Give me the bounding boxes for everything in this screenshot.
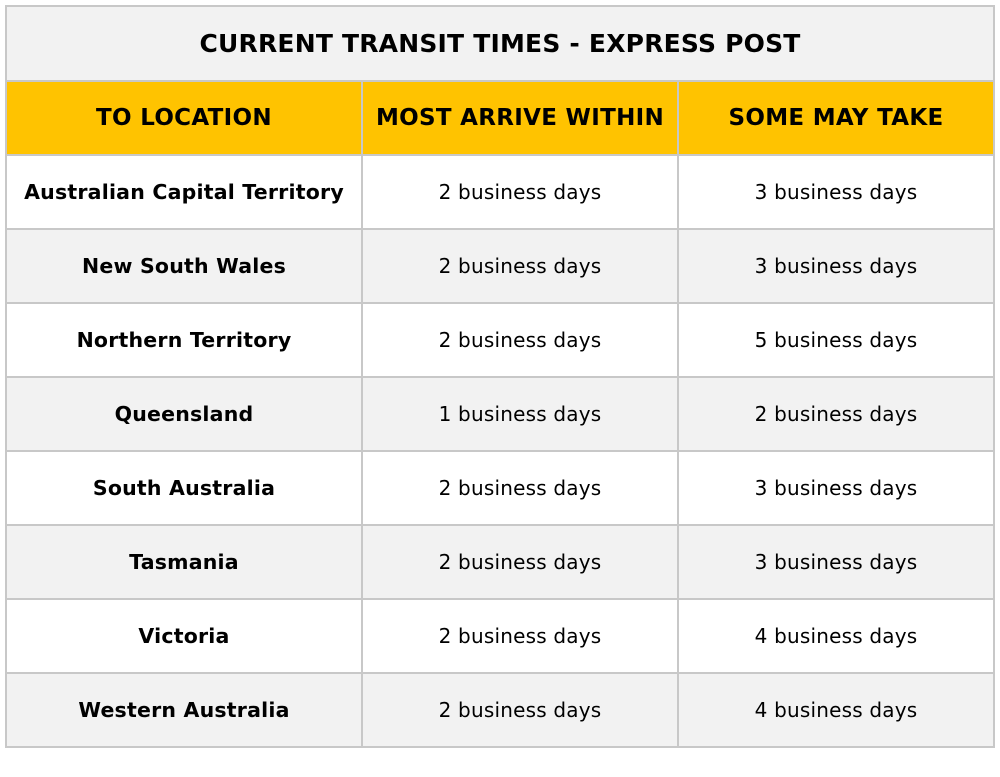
table-row: Tasmania 2 business days 3 business days bbox=[5, 524, 996, 600]
some-may-take-cell: 4 business days bbox=[676, 598, 996, 674]
table-row: South Australia 2 business days 3 busine… bbox=[5, 450, 996, 526]
header-to-location: TO LOCATION bbox=[5, 80, 363, 156]
table-row: Australian Capital Territory 2 business … bbox=[5, 154, 996, 230]
most-arrive-within-cell: 2 business days bbox=[361, 672, 679, 748]
transit-times-table: CURRENT TRANSIT TIMES - EXPRESS POST TO … bbox=[4, 5, 996, 748]
location-cell: Queensland bbox=[5, 376, 363, 452]
table-title: CURRENT TRANSIT TIMES - EXPRESS POST bbox=[4, 5, 996, 82]
most-arrive-within-cell: 1 business days bbox=[361, 376, 679, 452]
most-arrive-within-cell: 2 business days bbox=[361, 450, 679, 526]
location-cell: Australian Capital Territory bbox=[5, 154, 363, 230]
header-most-arrive-within: MOST ARRIVE WITHIN bbox=[361, 80, 679, 156]
table-row: Western Australia 2 business days 4 busi… bbox=[5, 672, 996, 748]
location-cell: Tasmania bbox=[5, 524, 363, 600]
header-some-may-take: SOME MAY TAKE bbox=[676, 80, 996, 156]
table-row: New South Wales 2 business days 3 busine… bbox=[5, 228, 996, 304]
transit-times-table-container: CURRENT TRANSIT TIMES - EXPRESS POST TO … bbox=[4, 5, 996, 748]
table-row: Victoria 2 business days 4 business days bbox=[5, 598, 996, 674]
some-may-take-cell: 3 business days bbox=[676, 524, 996, 600]
location-cell: Victoria bbox=[5, 598, 363, 674]
most-arrive-within-cell: 2 business days bbox=[361, 598, 679, 674]
location-cell: Western Australia bbox=[5, 672, 363, 748]
some-may-take-cell: 5 business days bbox=[676, 302, 996, 378]
table-row: Northern Territory 2 business days 5 bus… bbox=[5, 302, 996, 378]
some-may-take-cell: 3 business days bbox=[676, 154, 996, 230]
most-arrive-within-cell: 2 business days bbox=[361, 228, 679, 304]
location-cell: New South Wales bbox=[5, 228, 363, 304]
some-may-take-cell: 4 business days bbox=[676, 672, 996, 748]
title-row: CURRENT TRANSIT TIMES - EXPRESS POST bbox=[4, 5, 996, 82]
some-may-take-cell: 2 business days bbox=[676, 376, 996, 452]
location-cell: South Australia bbox=[5, 450, 363, 526]
some-may-take-cell: 3 business days bbox=[676, 450, 996, 526]
most-arrive-within-cell: 2 business days bbox=[361, 302, 679, 378]
table-row: Queensland 1 business days 2 business da… bbox=[5, 376, 996, 452]
header-row: TO LOCATION MOST ARRIVE WITHIN SOME MAY … bbox=[5, 80, 996, 156]
most-arrive-within-cell: 2 business days bbox=[361, 154, 679, 230]
location-cell: Northern Territory bbox=[5, 302, 363, 378]
most-arrive-within-cell: 2 business days bbox=[361, 524, 679, 600]
some-may-take-cell: 3 business days bbox=[676, 228, 996, 304]
